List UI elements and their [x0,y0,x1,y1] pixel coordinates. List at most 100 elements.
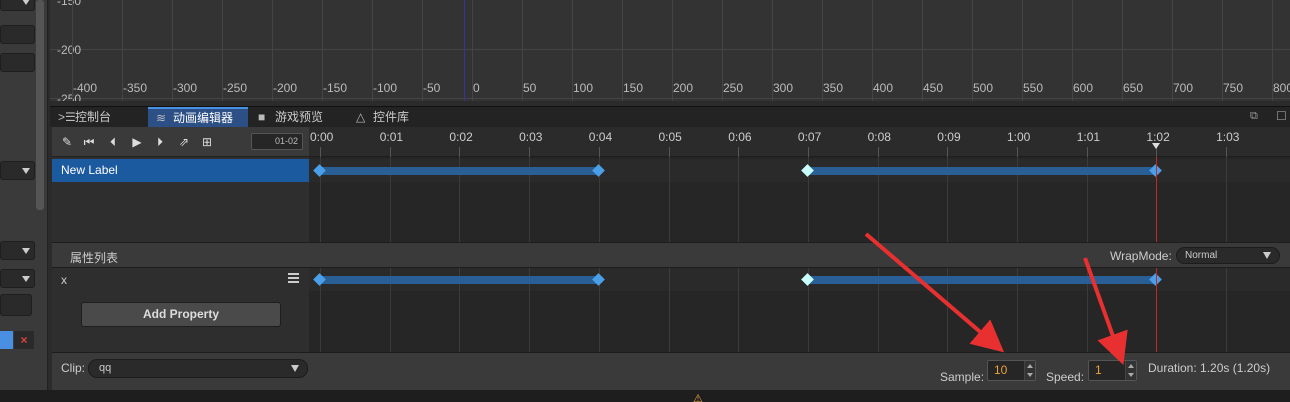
stepper-icon[interactable] [1024,361,1035,380]
keyframe-span[interactable] [807,276,1157,284]
play-icon[interactable]: ▶ [130,135,144,149]
ruler-x-label: 700 [1173,81,1194,95]
wrapmode-value: Normal [1185,250,1218,261]
add-icon[interactable]: ⊞ [200,135,214,149]
timeline-tick-label: 1:01 [1076,130,1101,144]
node-item-new-label[interactable]: New Label [52,159,309,182]
popout-icon[interactable]: ⧉ [1250,110,1258,123]
chevron-down-icon [22,167,30,174]
inspector-dropdown[interactable] [0,269,35,288]
ruler-x-label: 450 [923,81,944,95]
next-frame-icon[interactable]: ⏵ [153,135,167,149]
frame-input[interactable]: 01-02 [251,133,303,150]
keyframe-span[interactable] [807,167,1157,175]
clip-value: qq [99,362,112,374]
property-item-x[interactable]: x [61,273,67,287]
ruler-x-label: -100 [373,81,398,95]
grid-line [1226,157,1228,242]
ruler-x-label: 650 [1123,81,1144,95]
property-list: x Add Property [52,268,309,352]
grid-line [1226,268,1228,352]
grid-line [738,157,740,242]
color-swatch[interactable] [0,331,13,349]
ruler-x-label: -150 [323,81,348,95]
edit-icon[interactable]: ✎ [60,135,74,149]
animation-icon: ≋ [156,111,167,125]
wrapmode-select[interactable]: Normal [1176,247,1280,264]
sample-input[interactable]: 10 [987,360,1036,381]
playhead-line [1156,157,1158,242]
remove-icon[interactable]: × [14,331,34,349]
jump-first-icon[interactable]: ⏮ [82,135,96,149]
chevron-down-icon [22,247,30,254]
tab-console[interactable]: >☰控制台 [50,107,146,128]
clip-select[interactable]: qq [88,359,308,378]
timeline-tick-label: 0:05 [658,130,682,144]
inspector-field[interactable] [0,25,35,44]
speed-input[interactable]: 1 [1088,360,1137,381]
grid-line [738,268,740,352]
ruler-x-label: -400 [73,81,98,95]
playhead-marker-icon[interactable] [1152,143,1161,149]
wrapmode-label: WrapMode: [1110,249,1172,263]
keyframe-span[interactable] [320,276,599,284]
scrollbar[interactable] [36,0,44,210]
chevron-down-icon [1263,252,1271,259]
timeline-tick-label: 0:07 [797,130,822,144]
inspector-dropdown[interactable] [0,161,35,180]
chevron-down-icon [22,275,30,282]
ruler-x-label: 500 [973,81,994,95]
grid-line [50,98,1290,99]
timeline-tick [459,147,461,157]
camera-icon: ■ [258,110,266,124]
export-icon[interactable]: ⇗ [177,135,191,149]
timeline-tick-label: 0:01 [379,130,404,144]
inspector-field[interactable] [0,53,35,72]
property-track-area[interactable] [309,268,1290,352]
tab-animation-editor[interactable]: ≋ 动画编辑器 [148,107,248,128]
timeline-tick [1226,147,1228,157]
console-icon: >☰ [58,110,76,124]
timeline-tick-label: 1:03 [1216,130,1240,144]
grid-line [668,157,670,242]
duration-text: Duration: 1.20s (1.20s) [1148,361,1271,375]
properties-header: 属性列表 WrapMode: Normal [52,242,1290,268]
tab-label: 动画编辑器 [173,111,234,125]
ruler-x-label: -250 [223,81,248,95]
timeline-tick-label: 1:00 [1007,130,1031,144]
timeline-tick [389,147,391,157]
inspector-dropdown[interactable] [0,0,35,11]
timeline-tick [598,147,600,157]
ruler-x-label: -200 [273,81,298,95]
tab-game-preview[interactable]: ■ 游戏预览 [250,107,348,128]
timeline-tick-label: 0:09 [937,130,961,144]
ruler-x-label: 750 [1223,81,1244,95]
prev-frame-icon[interactable]: ⏴ [106,135,120,149]
tab-label: 控件库 [373,110,410,124]
add-property-button[interactable]: Add Property [81,302,281,327]
scene-view[interactable]: -150 -200 -250 -400 -350 -300 -250 -200 -150-… [50,0,1290,101]
node-track-area[interactable] [309,157,1290,242]
menu-icon[interactable] [288,273,299,283]
tab-widget-library[interactable]: △ 控件库 [348,107,438,128]
keyframe-span[interactable] [320,167,599,175]
clip-label: Clip: [61,361,86,375]
timeline-ruler[interactable]: 0:00 0:01 0:02 0:03 0:04 0:05 0:06 0:07 0:08 0:09… [309,127,1290,157]
ruler-x-label: -50 [423,81,441,95]
y-axis-line [464,0,465,101]
grid-line [668,268,670,352]
tab-label: 控制台 [75,110,112,124]
speed-value: 1 [1095,363,1102,377]
ruler-x-label: 550 [1023,81,1044,95]
timeline-tick-label: 0:08 [867,130,891,144]
ruler-x-label: 50 [523,81,537,95]
chevron-down-icon [22,0,30,5]
timeline-tick [668,147,670,157]
stepper-icon[interactable] [1125,361,1136,380]
panel-tab-bar: >☰控制台 ≋ 动画编辑器 ■ 游戏预览 △ 控件库 ⧉ ☐ [50,106,1290,128]
timeline-tick [320,147,321,157]
animation-toolbar: ✎ ⏮ ⏴ ▶ ⏵ ⇗ ⊞ 01-02 [52,127,309,157]
inspector-dropdown[interactable] [0,241,35,260]
maximize-icon[interactable]: ☐ [1276,109,1287,123]
inspector-number-field[interactable] [0,294,32,316]
